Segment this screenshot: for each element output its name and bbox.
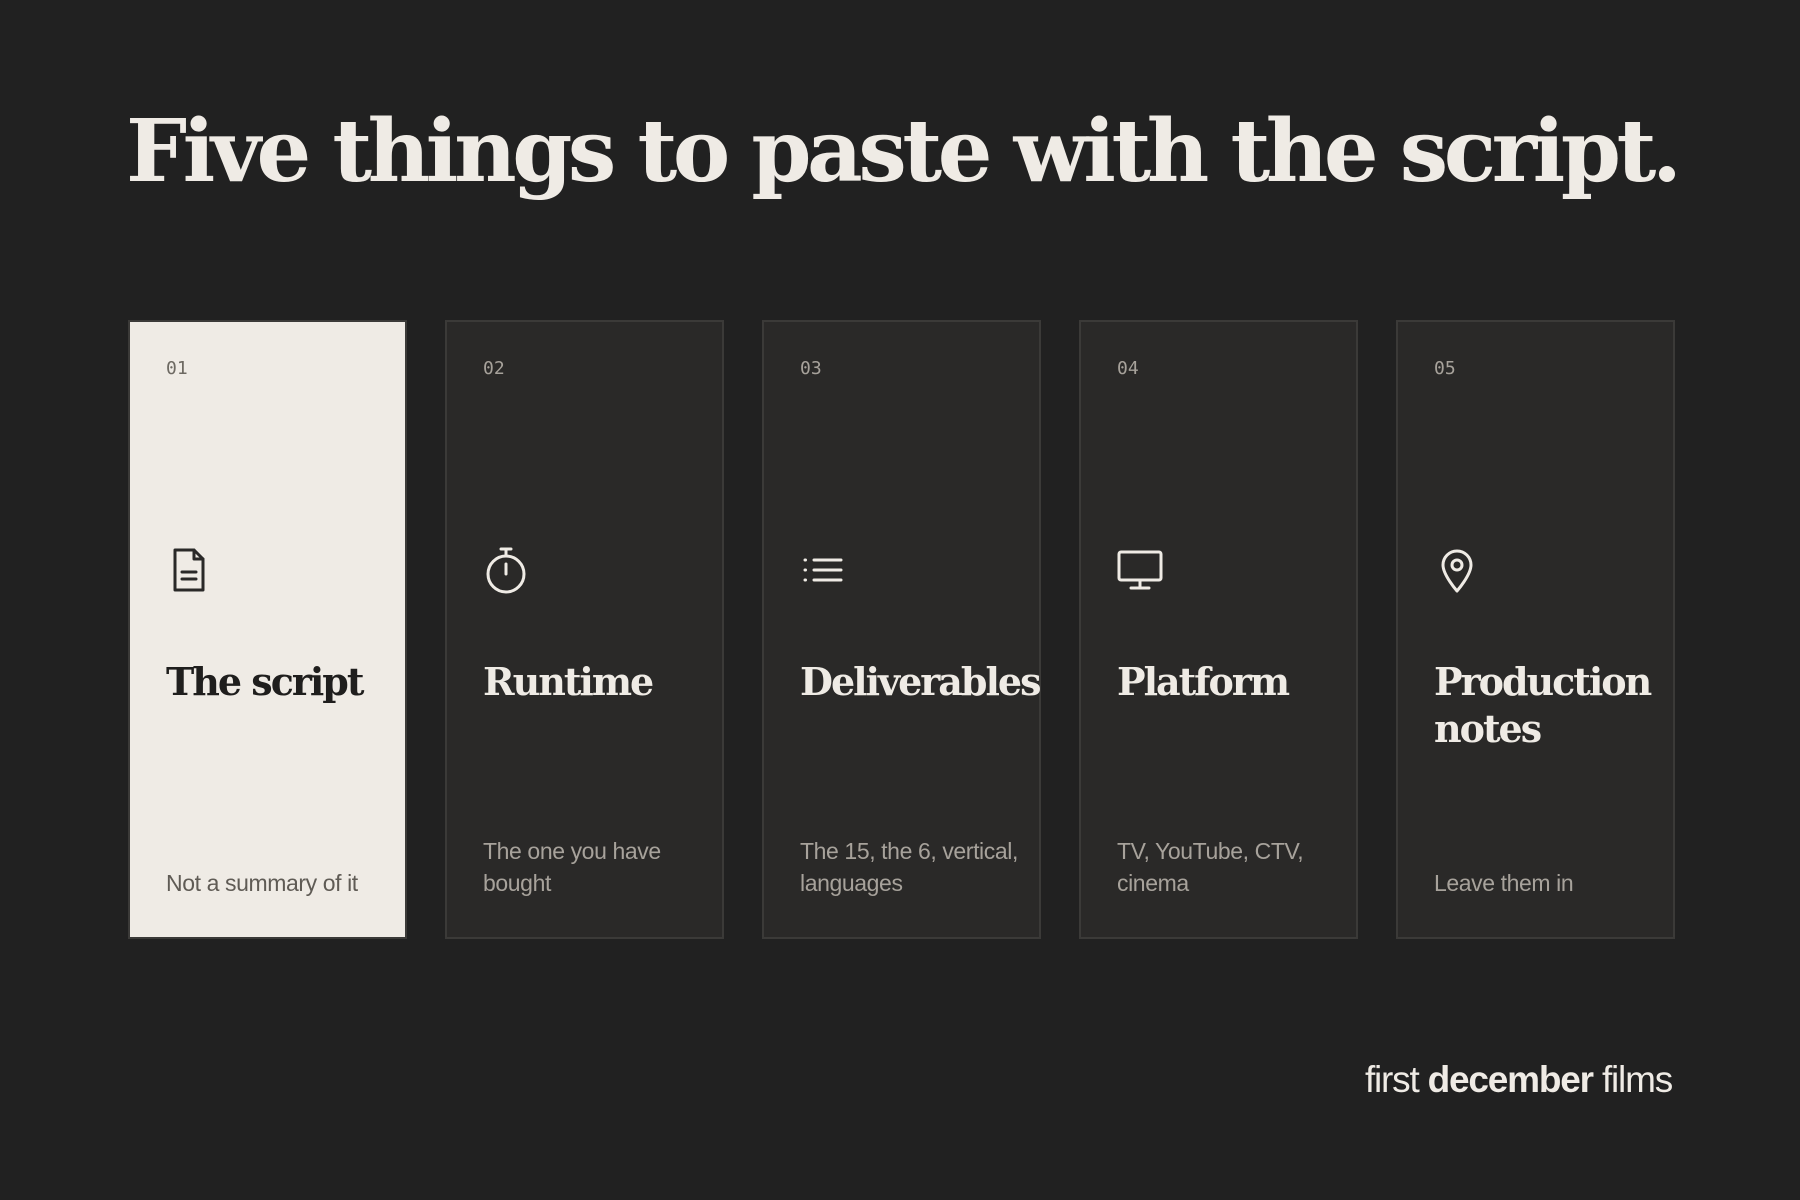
stopwatch-icon — [481, 544, 531, 596]
brand-word-december: december — [1427, 1059, 1594, 1100]
card-list: 01 The script Not a summary of it 02 Run… — [128, 320, 1675, 939]
brand-logo: first december films — [1364, 1058, 1673, 1102]
card-caption: The 15, the 6, vertical, languages — [800, 838, 1018, 896]
location-pin-icon — [1432, 544, 1482, 596]
card-title: Deliverables — [800, 659, 1041, 704]
card-number: 02 — [483, 358, 505, 379]
list-icon — [798, 544, 848, 596]
card-caption: TV, YouTube, CTV, cinema — [1117, 838, 1304, 896]
card-title: Production notes — [1434, 659, 1652, 751]
card-title: Runtime — [483, 659, 654, 704]
card-caption: Leave them in — [1434, 870, 1574, 896]
card-runtime[interactable]: 02 Runtime The one you have bought — [445, 320, 724, 939]
card-title: Platform — [1117, 659, 1290, 704]
card-platform[interactable]: 04 Platform TV, YouTube, CTV, cinema — [1079, 320, 1358, 939]
page-title: Five things to paste with the script. — [126, 101, 1682, 202]
card-the-script[interactable]: 01 The script Not a summary of it — [128, 320, 407, 939]
brand-word-films: films — [1601, 1059, 1673, 1100]
card-number: 04 — [1117, 358, 1139, 379]
card-caption: The one you have bought — [483, 838, 661, 896]
card-title: The script — [166, 659, 364, 704]
card-production-notes[interactable]: 05 Production notes Leave them in — [1396, 320, 1675, 939]
brand-word-first: first — [1364, 1059, 1420, 1100]
card-caption: Not a summary of it — [166, 870, 358, 896]
card-number: 05 — [1434, 358, 1456, 379]
monitor-icon — [1115, 544, 1165, 596]
card-number: 01 — [166, 358, 188, 379]
document-icon — [164, 544, 214, 596]
card-number: 03 — [800, 358, 822, 379]
card-deliverables[interactable]: 03 Deliverables The 15, the 6, vertical,… — [762, 320, 1041, 939]
